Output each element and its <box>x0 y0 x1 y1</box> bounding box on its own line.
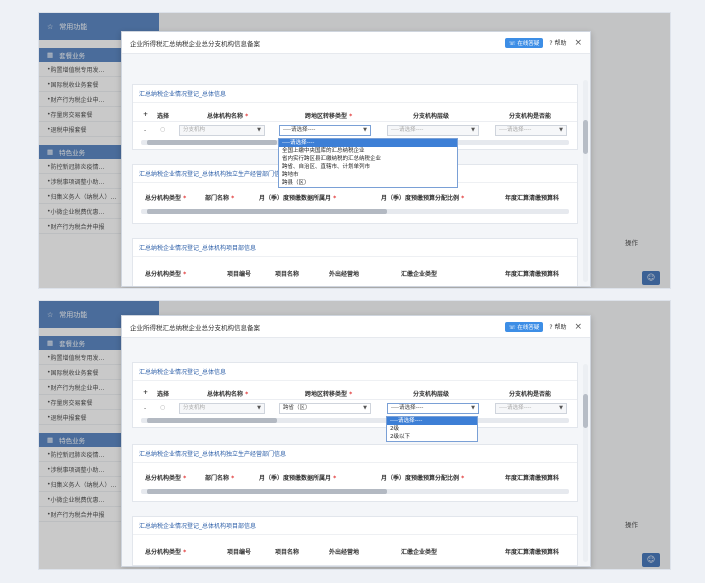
col-dept: 部门名称 * <box>205 475 235 482</box>
dropdown-option[interactable]: 2级以下 <box>387 433 477 441</box>
close-icon[interactable]: × <box>574 322 582 332</box>
row-radio[interactable]: ○ <box>160 404 165 411</box>
modal-header: 企业所得税汇总纳税企业总分支机构信息备案 ☏ 在线答疑 ? 帮助 × <box>122 32 590 54</box>
col-type: 总分机构类型 * <box>145 195 187 202</box>
flag-select[interactable]: ----请选择---- ▼ <box>495 403 567 414</box>
col-month: 月（季）度预缴数据所属月 * <box>259 475 337 482</box>
remove-row-icon[interactable]: - <box>144 127 146 134</box>
col-select: 选择 <box>157 113 170 120</box>
modal-header: 企业所得税汇总纳税企业总分支机构信息备案 ☏ 在线答疑 ? 帮助 × <box>122 316 590 338</box>
col-ratio: 月（季）度预缴预算分配比例 * <box>381 475 465 482</box>
screenshot-top: ☆ 常用功能 ▦ 套餐业务 • 购置增值税专用发… • 国际税收业务套餐 • 财产行… <box>38 12 671 289</box>
col-name: 总体机构名称 * <box>207 113 249 120</box>
level-select[interactable]: ----请选择---- ▼ <box>387 403 479 414</box>
help-button[interactable]: ? 帮助 <box>549 322 566 331</box>
region-select[interactable]: 跨省（区） ▼ <box>279 403 371 414</box>
col-ratio: 月（季）度预缴预算分配比例 * <box>381 195 465 202</box>
online-help-button[interactable]: ☏ 在线答疑 <box>504 321 544 332</box>
col-annual: 年度汇算清缴预算科 <box>505 549 560 556</box>
horizontal-scrollbar[interactable] <box>141 418 569 423</box>
panel-project-info: 汇总纳税企业情况登记_总体机构项目部信息 总分机构类型 * 项目编号 项目名称 … <box>132 238 578 286</box>
dropdown-option[interactable]: 2级 <box>387 425 477 433</box>
dropdown-option[interactable]: 跨地市 <box>279 171 457 179</box>
modal-title: 企业所得税汇总纳税企业总分支机构信息备案 <box>130 39 260 48</box>
panel-project-info: 汇总纳税企业情况登记_总体机构项目部信息 总分机构类型 * 项目编号 项目名称 … <box>132 516 578 566</box>
level-select[interactable]: ----请选择---- ▼ <box>387 125 479 136</box>
close-icon[interactable]: × <box>574 38 582 48</box>
panel-department-info: 汇总纳税企业情况登记_总体机构独立生产经营部门信息 总分机构类型 * 部门名称 … <box>132 444 578 502</box>
col-region: 跨地区转移类型 * <box>305 391 353 398</box>
add-row-icon[interactable]: + <box>143 389 148 396</box>
dropdown-option[interactable]: 跨省、自治区、直辖市、计划单列市 <box>279 163 457 171</box>
col-project-no: 项目编号 <box>227 271 252 278</box>
vertical-scrollbar[interactable] <box>583 80 588 282</box>
horizontal-scrollbar[interactable] <box>141 209 569 214</box>
flag-select[interactable]: ----请选择---- ▼ <box>495 125 567 136</box>
horizontal-scrollbar[interactable] <box>141 489 569 494</box>
modal-body: 汇总纳税企业情况登记_总体信息 + 选择 总体机构名称 * 跨地区转移类型 * … <box>122 54 590 286</box>
add-row-icon[interactable]: + <box>143 111 148 118</box>
col-annual: 年度汇算清缴预算科 <box>505 475 560 482</box>
vertical-scrollbar[interactable] <box>583 364 588 562</box>
modal-title: 企业所得税汇总纳税企业总分支机构信息备案 <box>130 323 260 332</box>
modal-body: 汇总纳税企业情况登记_总体信息 + 选择 总体机构名称 * 跨地区转移类型 * … <box>122 338 590 566</box>
dropdown-option[interactable]: ----请选择---- <box>279 139 457 147</box>
col-location: 外出经营地 <box>329 271 360 278</box>
row-radio[interactable]: ○ <box>160 126 165 133</box>
remove-row-icon[interactable]: - <box>144 405 146 412</box>
col-level: 分支机构层级 <box>413 113 450 120</box>
dropdown-option[interactable]: 跨县（区） <box>279 179 457 187</box>
col-dept: 部门名称 * <box>205 195 235 202</box>
name-select[interactable]: 分支机构 ▼ <box>179 403 265 414</box>
dropdown-option[interactable]: ----请选择---- <box>387 417 477 425</box>
modal: 企业所得税汇总纳税企业总分支机构信息备案 ☏ 在线答疑 ? 帮助 × 汇总纳税企… <box>121 31 591 287</box>
col-flag: 分支机构是否能 <box>509 391 552 398</box>
col-select: 选择 <box>157 391 170 398</box>
col-project-name: 项目名称 <box>275 271 300 278</box>
col-type: 总分机构类型 * <box>145 271 187 278</box>
online-help-button[interactable]: ☏ 在线答疑 <box>504 37 544 48</box>
col-company-type: 汇缴企业类型 <box>401 271 438 278</box>
panel-title: 汇总纳税企业情况登记_总体机构项目部信息 <box>133 517 577 535</box>
col-annual: 年度汇算清缴预算科 <box>505 195 560 202</box>
panel-title: 汇总纳税企业情况登记_总体机构项目部信息 <box>133 239 577 257</box>
col-company-type: 汇缴企业类型 <box>401 549 438 556</box>
col-annual: 年度汇算清缴预算科 <box>505 271 560 278</box>
panel-title: 汇总纳税企业情况登记_总体信息 <box>133 363 577 381</box>
col-type: 总分机构类型 * <box>145 549 187 556</box>
region-dropdown[interactable]: ----请选择---- 全国上缴中央国库的汇总纳税企业 省内实行跨区县汇缴纳税的… <box>278 138 458 188</box>
col-project-name: 项目名称 <box>275 549 300 556</box>
region-select[interactable]: ----请选择---- ▼ <box>279 125 371 136</box>
panel-title: 汇总纳税企业情况登记_总体机构独立生产经营部门信息 <box>133 445 577 463</box>
dropdown-option[interactable]: 全国上缴中央国库的汇总纳税企业 <box>279 147 457 155</box>
screenshot-bottom: ☆ 常用功能 ▦ 套餐业务 • 购置增值税专用发… • 国际税收业务套餐 • 财产行… <box>38 300 671 570</box>
panel-title: 汇总纳税企业情况登记_总体信息 <box>133 85 577 103</box>
col-name: 总体机构名称 * <box>207 391 249 398</box>
name-select[interactable]: 分支机构 ▼ <box>179 125 265 136</box>
modal: 企业所得税汇总纳税企业总分支机构信息备案 ☏ 在线答疑 ? 帮助 × 汇总纳税企… <box>121 315 591 567</box>
help-button[interactable]: ? 帮助 <box>549 38 566 47</box>
col-flag: 分支机构是否能 <box>509 113 552 120</box>
col-level: 分支机构层级 <box>413 391 450 398</box>
col-location: 外出经营地 <box>329 549 360 556</box>
col-region: 跨地区转移类型 * <box>305 113 353 120</box>
dropdown-option[interactable]: 省内实行跨区县汇缴纳税的汇总纳税企业 <box>279 155 457 163</box>
col-project-no: 项目编号 <box>227 549 252 556</box>
col-type: 总分机构类型 * <box>145 475 187 482</box>
panel-overall-info: 汇总纳税企业情况登记_总体信息 + 选择 总体机构名称 * 跨地区转移类型 * … <box>132 362 578 428</box>
level-dropdown[interactable]: ----请选择---- 2级 2级以下 <box>386 416 478 442</box>
col-month: 月（季）度预缴数据所属月 * <box>259 195 337 202</box>
